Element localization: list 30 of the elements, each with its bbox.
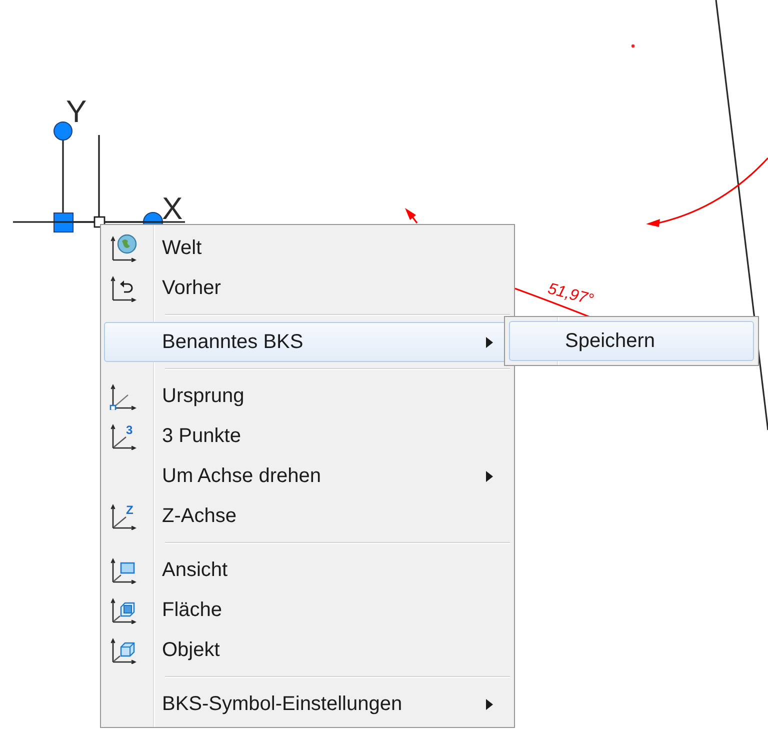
axes-globe-icon — [109, 234, 137, 262]
menu-item[interactable]: Speichern — [509, 321, 754, 361]
submenu-arrow-icon — [486, 698, 493, 710]
axes-origin-icon — [109, 382, 137, 410]
axes-undo-icon — [109, 274, 137, 302]
axes-diagonal-icon — [109, 422, 137, 450]
menu-item[interactable]: BKS-Symbol-Einstellungen — [104, 684, 511, 724]
axis-label: Y — [66, 94, 87, 129]
dimension-text: 51,97° — [546, 280, 596, 309]
menu-item[interactable]: Ansicht — [104, 550, 511, 590]
axes-rectangle-icon — [109, 556, 137, 584]
menu-item[interactable]: Ursprung — [104, 376, 511, 416]
axes-cube-icon — [109, 596, 137, 624]
point-dot — [631, 44, 635, 48]
submenu-arrow-icon — [486, 336, 493, 348]
axes-cube-icon — [109, 636, 137, 664]
menu-item[interactable]: 3 3 Punkte — [104, 416, 511, 456]
menu-item[interactable]: Welt — [104, 228, 511, 268]
dimension-arrow — [405, 208, 418, 224]
axis-label: X — [162, 191, 183, 226]
menu-item[interactable]: Fläche — [104, 590, 511, 630]
menu-item[interactable]: Um Achse drehen — [104, 456, 511, 496]
crosshair-cursor-icon — [13, 135, 185, 228]
menu-item[interactable]: Vorher — [104, 268, 511, 308]
axes-diagonal-icon — [109, 502, 137, 530]
icon-label: Z — [126, 504, 134, 516]
icon-label: 3 — [126, 424, 133, 436]
menu-item[interactable]: Objekt — [104, 630, 511, 670]
menu-item[interactable]: Z Z-Achse — [104, 496, 511, 536]
submenu-arrow-icon — [486, 470, 493, 482]
